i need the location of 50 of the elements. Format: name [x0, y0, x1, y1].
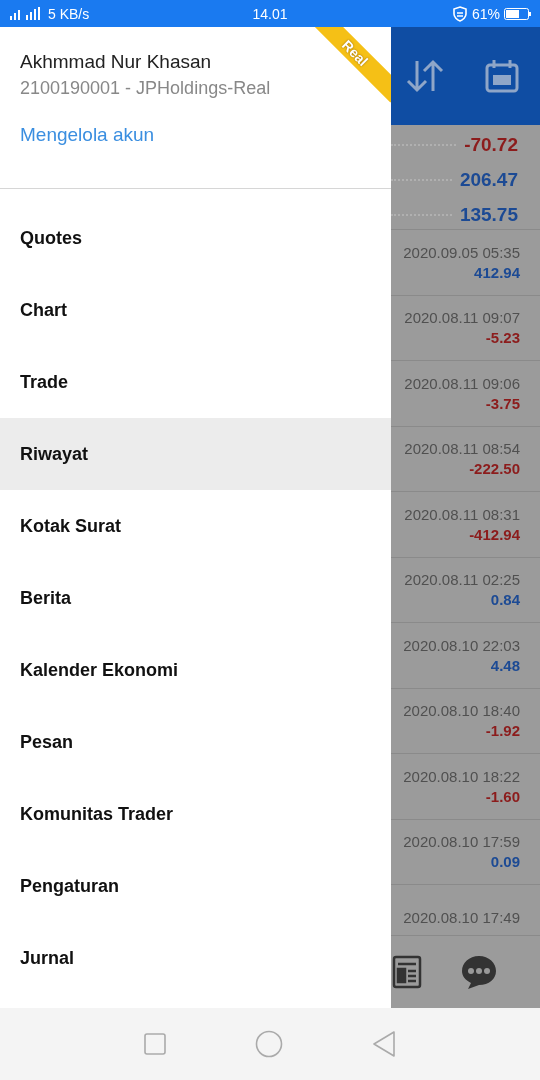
trade-time: 2020.08.11 08:54 — [404, 440, 520, 458]
calendar-icon[interactable] — [484, 58, 520, 94]
trade-time: 2020.08.11 02:25 — [404, 571, 520, 589]
menu-item[interactable]: Kotak Surat — [0, 490, 391, 562]
clock-time: 14.01 — [252, 5, 288, 22]
recent-apps-icon[interactable] — [144, 1033, 167, 1055]
trade-profit: -3.75 — [485, 394, 520, 412]
trade-time: 2020.08.11 09:07 — [404, 309, 520, 327]
summary-value: 206.47 — [459, 168, 518, 191]
trade-time: 2020.08.10 17:59 — [403, 833, 520, 851]
menu-item[interactable]: Chart — [0, 274, 391, 346]
news-icon[interactable] — [392, 955, 422, 989]
back-icon[interactable] — [371, 1031, 396, 1057]
battery-percent: 61% — [471, 5, 500, 22]
trade-profit: 412.94 — [474, 263, 520, 281]
account-name: Akhmmad Nur Khasan — [20, 51, 212, 73]
summary-value: -70.72 — [464, 133, 518, 156]
menu-item[interactable]: Riwayat — [0, 418, 391, 490]
menu-item[interactable]: Trade — [0, 346, 391, 418]
trade-profit: 0.84 — [490, 591, 520, 609]
summary-value: 135.75 — [459, 203, 518, 226]
menu-item[interactable]: Jurnal — [0, 922, 391, 994]
menu-item[interactable]: Komunitas Trader — [0, 778, 391, 850]
trade-profit: -1.60 — [485, 787, 520, 805]
account-id: 2100190001 - JPHoldings-Real — [20, 78, 271, 99]
menu-item[interactable]: Kalender Ekonomi — [0, 634, 391, 706]
trade-time: 2020.08.11 09:06 — [404, 374, 520, 392]
trade-profit: 0.09 — [490, 853, 520, 871]
trade-time: 2020.08.10 18:40 — [403, 702, 520, 720]
trade-time: 2020.08.10 22:03 — [403, 636, 520, 654]
menu-item[interactable]: Quotes — [0, 202, 391, 274]
trade-profit: -5.23 — [485, 329, 520, 347]
manage-account-link[interactable]: Mengelola akun — [20, 124, 155, 146]
trade-profit: -222.50 — [469, 460, 520, 478]
trade-time: 2020.09.05 05:35 — [403, 243, 520, 261]
trade-time: 2020.08.10 17:49 — [403, 908, 520, 926]
trade-profit: -1.92 — [485, 722, 520, 740]
menu-item[interactable]: Pengaturan — [0, 850, 391, 922]
trade-profit: 4.48 — [490, 656, 520, 674]
network-speed: 5 KB/s — [48, 5, 90, 22]
home-icon[interactable] — [255, 1030, 283, 1058]
sort-icon[interactable] — [405, 59, 445, 93]
trade-time: 2020.08.11 08:31 — [404, 505, 520, 523]
trade-time: 2020.08.10 18:22 — [403, 767, 520, 785]
chat-icon[interactable] — [460, 954, 498, 990]
battery-icon — [504, 6, 532, 21]
menu-item[interactable]: Berita — [0, 562, 391, 634]
shield-icon — [451, 5, 468, 22]
trade-profit: -412.94 — [469, 525, 520, 543]
menu-item[interactable]: Pesan — [0, 706, 391, 778]
